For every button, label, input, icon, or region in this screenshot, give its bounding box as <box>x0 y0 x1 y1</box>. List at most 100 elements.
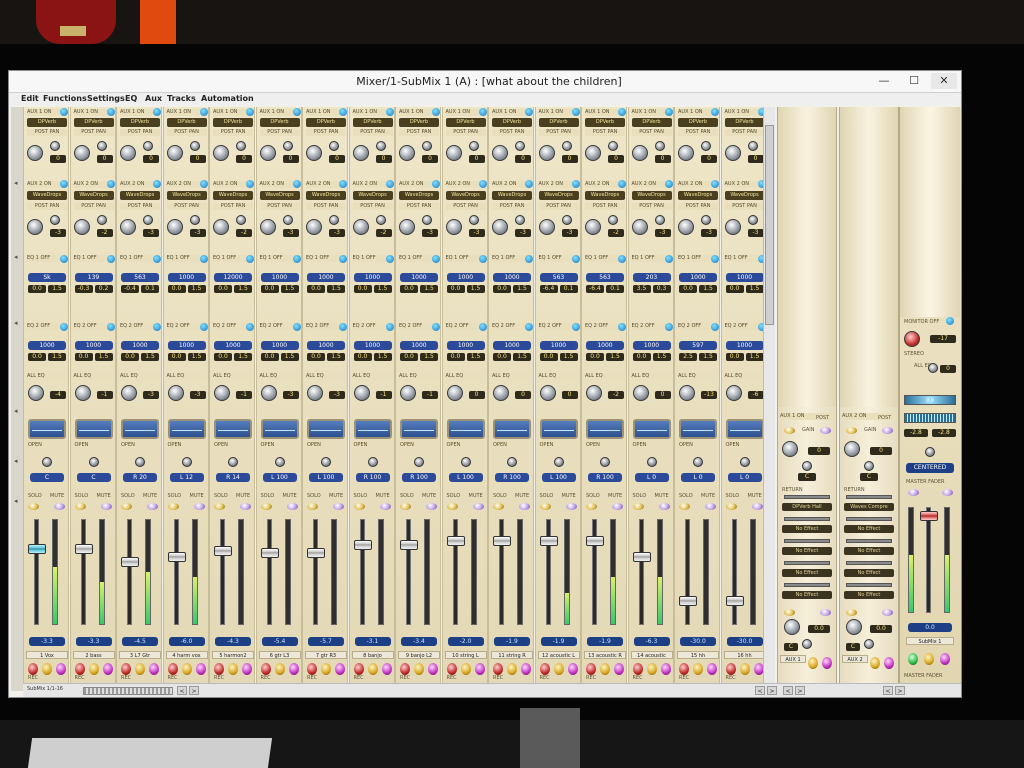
fader-handle[interactable] <box>260 547 279 558</box>
mute-button[interactable] <box>240 503 251 510</box>
input-button[interactable] <box>600 663 610 675</box>
bus-level-knob[interactable] <box>784 619 800 635</box>
bus-mute2-button[interactable] <box>882 609 893 616</box>
play-button[interactable] <box>102 663 113 675</box>
fader-track[interactable] <box>34 519 39 625</box>
scroll-left-button[interactable]: < <box>177 686 187 695</box>
aux2-send-knob[interactable] <box>445 219 462 235</box>
aux2-send-knob[interactable] <box>492 219 508 235</box>
all-eq-knob[interactable] <box>214 385 230 401</box>
bus-pan2-knob[interactable] <box>802 639 812 649</box>
solo-button[interactable] <box>679 503 690 510</box>
aux2-send-knob[interactable] <box>399 219 415 235</box>
vertical-scrollbar[interactable] <box>763 107 775 683</box>
bus-effect-slot[interactable]: No Effect <box>844 525 894 533</box>
aux2-pan-knob[interactable] <box>608 215 618 225</box>
input-button[interactable] <box>507 663 517 675</box>
solo-button[interactable] <box>725 503 737 510</box>
aux2-pan-knob[interactable] <box>561 215 572 225</box>
maximize-button[interactable]: ☐ <box>901 73 927 89</box>
fader-handle[interactable] <box>586 536 604 547</box>
fader-track[interactable] <box>220 519 225 625</box>
aux2-toggle-icon[interactable] <box>618 180 626 188</box>
aux2-toggle-icon[interactable] <box>292 180 301 188</box>
aux2-toggle-icon[interactable] <box>711 180 719 188</box>
aux1-pan-knob[interactable] <box>515 141 525 151</box>
aux2-send-knob[interactable] <box>352 219 369 235</box>
aux1-send-knob[interactable] <box>585 145 601 161</box>
aux1-insert-select[interactable]: DPVerb <box>678 118 718 127</box>
bus2-scroll-right-button[interactable]: > <box>895 686 905 695</box>
fader-handle[interactable] <box>725 595 744 606</box>
hscroll-track[interactable] <box>83 687 173 695</box>
input-button[interactable] <box>135 663 145 675</box>
bus-effect-slot[interactable]: No Effect <box>844 547 894 555</box>
aux2-pan-knob[interactable] <box>422 215 432 225</box>
eq2-toggle-icon[interactable] <box>339 323 347 331</box>
aux2-toggle-icon[interactable] <box>60 180 68 188</box>
eq1-toggle-icon[interactable] <box>339 255 347 263</box>
eq2-toggle-icon[interactable] <box>525 323 533 331</box>
solo-button[interactable] <box>214 503 225 510</box>
aux1-send-knob[interactable] <box>399 145 415 161</box>
aux2-insert-select[interactable]: WaveDrops <box>73 191 114 200</box>
aux1-toggle-icon[interactable] <box>246 108 254 116</box>
eq2-toggle-icon[interactable] <box>153 323 161 331</box>
all-eq-knob[interactable] <box>632 385 649 401</box>
aux2-pan-knob[interactable] <box>515 215 525 225</box>
all-eq-knob[interactable] <box>121 385 137 401</box>
aux2-insert-select[interactable]: WaveDrops <box>306 191 346 200</box>
aux2-send-knob[interactable] <box>259 219 276 235</box>
menu-eq[interactable]: EQ <box>125 94 137 103</box>
play-button[interactable] <box>753 663 764 675</box>
aux2-toggle-icon[interactable] <box>525 180 533 188</box>
fader-track[interactable] <box>685 519 690 625</box>
aux1-toggle-icon[interactable] <box>292 108 301 116</box>
aux1-insert-select[interactable]: DPVerb <box>166 118 207 127</box>
aux2-insert-select[interactable]: WaveDrops <box>445 191 486 200</box>
menu-edit[interactable]: Edit <box>21 94 39 103</box>
fader-track[interactable] <box>359 519 365 625</box>
fader-handle[interactable] <box>353 540 372 551</box>
bus-pan-knob[interactable] <box>864 461 874 471</box>
fader-track[interactable] <box>545 519 551 625</box>
aux2-pan-knob[interactable] <box>282 215 293 225</box>
close-button[interactable]: ✕ <box>931 73 957 89</box>
mute-button[interactable] <box>612 503 623 510</box>
input-button[interactable] <box>553 663 564 675</box>
rail-marker[interactable]: ◂ <box>14 253 20 261</box>
aux2-insert-select[interactable]: WaveDrops <box>492 191 532 200</box>
aux1-pan-knob[interactable] <box>561 141 572 151</box>
rail-marker[interactable]: ◂ <box>14 497 20 505</box>
mute-button[interactable] <box>751 503 763 510</box>
horizontal-scrollbar[interactable]: SubMix 1/1-16 < > < > < > < > <box>23 683 961 697</box>
aux2-pan-knob[interactable] <box>747 215 758 225</box>
aux1-toggle-icon[interactable] <box>153 108 161 116</box>
aux2-toggle-icon[interactable] <box>246 180 254 188</box>
solo-button[interactable] <box>74 503 86 510</box>
pan-knob[interactable] <box>135 457 145 467</box>
aux1-send-knob[interactable] <box>259 145 276 161</box>
play-button[interactable] <box>707 663 717 675</box>
record-button[interactable] <box>260 663 271 675</box>
aux1-pan-knob[interactable] <box>608 141 618 151</box>
pan-knob[interactable] <box>507 457 517 467</box>
aux2-pan-knob[interactable] <box>375 215 386 225</box>
monitor-toggle-icon[interactable] <box>946 317 954 325</box>
aux2-send-knob[interactable] <box>166 219 183 235</box>
aux2-send-knob[interactable] <box>27 219 43 235</box>
aux1-send-knob[interactable] <box>492 145 508 161</box>
aux1-insert-select[interactable]: DPVerb <box>73 118 114 127</box>
master-solo-button[interactable] <box>908 489 919 496</box>
mute-button[interactable] <box>286 503 298 510</box>
eq2-toggle-icon[interactable] <box>478 323 487 331</box>
bus-yellow-button[interactable] <box>870 657 880 669</box>
fader-handle[interactable] <box>679 595 697 606</box>
aux1-send-knob[interactable] <box>27 145 43 161</box>
eq2-toggle-icon[interactable] <box>385 323 394 331</box>
aux1-toggle-icon[interactable] <box>664 108 673 116</box>
scroll-left-button-2[interactable]: < <box>755 686 765 695</box>
bus-effect-slot[interactable]: No Effect <box>782 525 832 533</box>
eq2-toggle-icon[interactable] <box>292 323 301 331</box>
record-button[interactable] <box>28 663 38 675</box>
